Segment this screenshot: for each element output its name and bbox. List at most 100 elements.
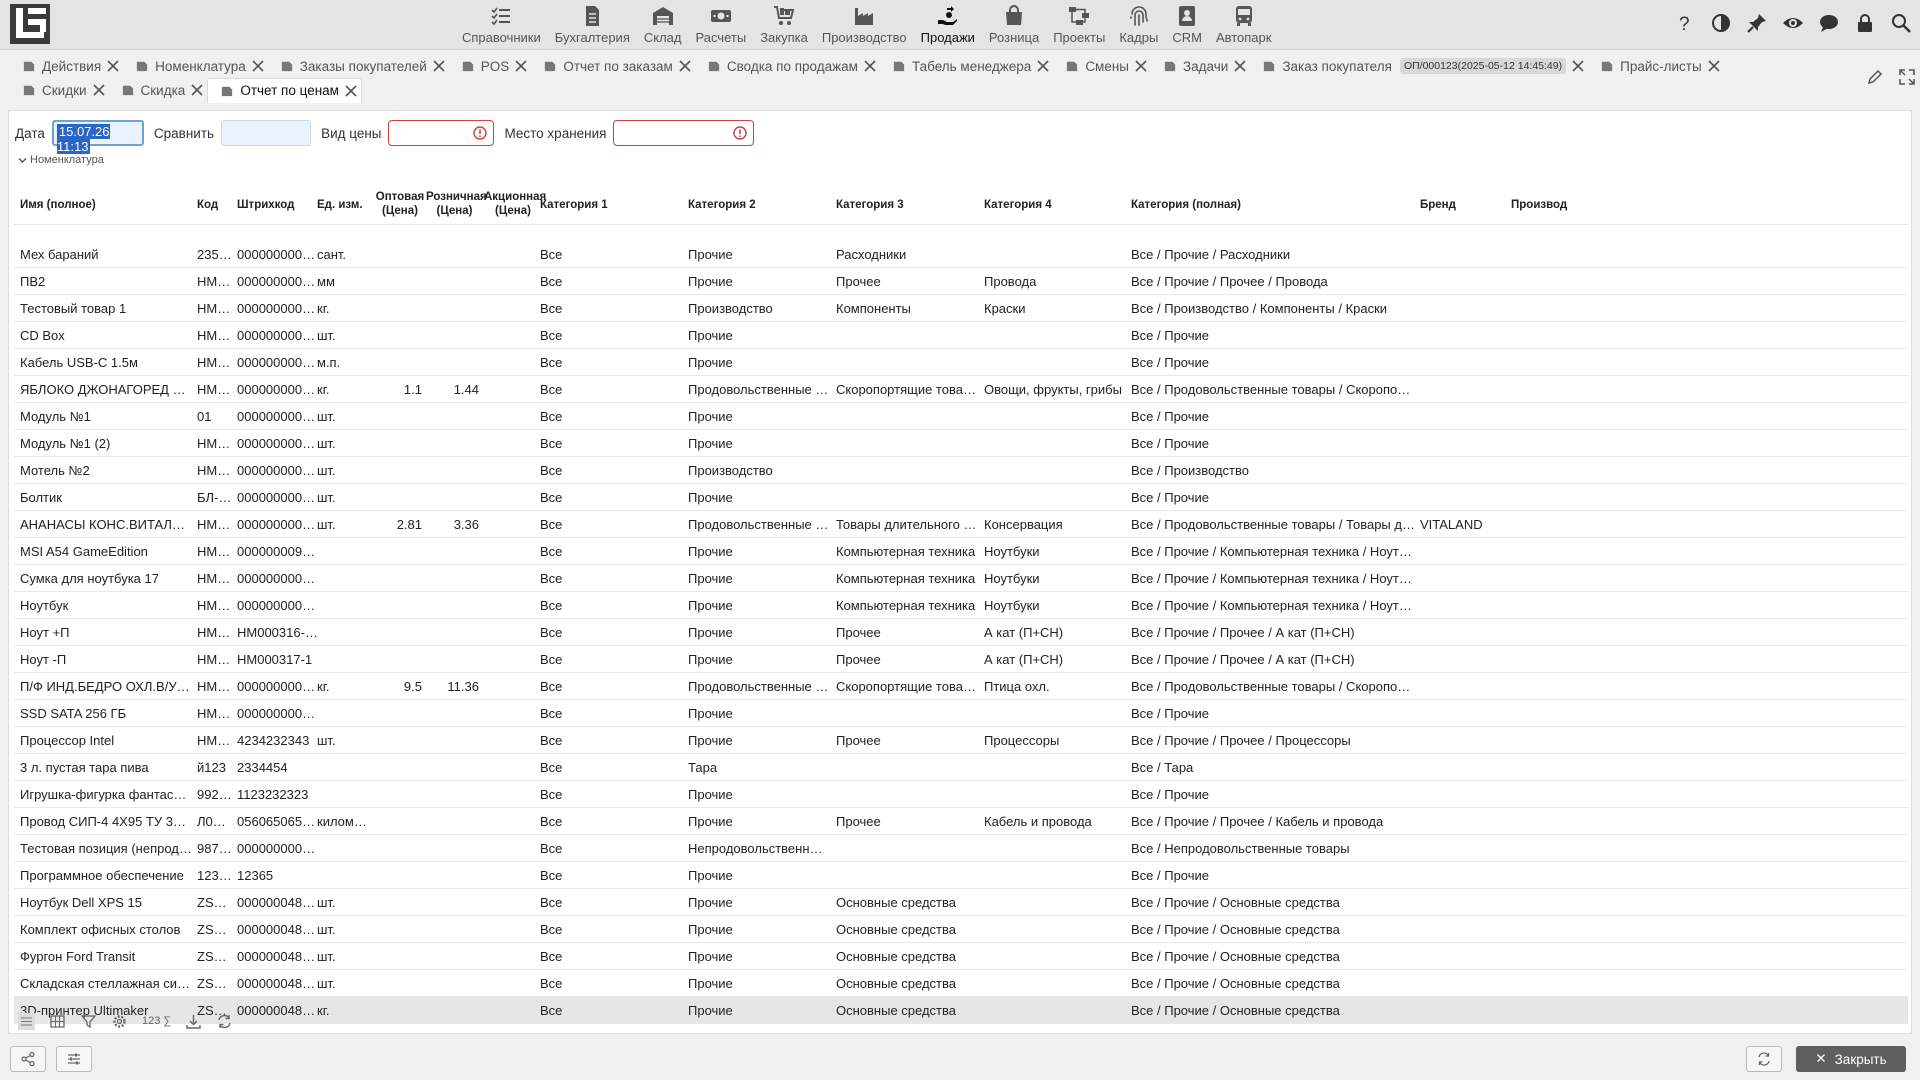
table-row[interactable]: Тестовая позиция (непродтовар... 98756 000… bbox=[14, 835, 1908, 862]
chat-icon[interactable] bbox=[1818, 12, 1840, 34]
expand-icon[interactable] bbox=[1898, 68, 1916, 86]
column-header-9[interactable]: Категория 3 bbox=[836, 198, 978, 212]
table-row[interactable]: Программное обеспечение 1233... 12365 Все Пр… bbox=[14, 862, 1908, 889]
tab-tabs_row1-0[interactable]: Действия bbox=[10, 54, 123, 78]
nav-item-0[interactable]: Справочники bbox=[455, 0, 548, 50]
table-row[interactable]: SSD SATA 256 ГБ НМ0... 0000000000214 Все Про… bbox=[14, 700, 1908, 727]
column-header-12[interactable]: Бренд bbox=[1420, 198, 1500, 212]
table-row[interactable]: Модуль №1 (2) НМ0... 0000000000202шт. Все Пр… bbox=[14, 430, 1908, 457]
table-row[interactable]: MSI A54 GameEdition НМ0... 0000000090206 Вс… bbox=[14, 538, 1908, 565]
nav-item-9[interactable]: Кадры bbox=[1112, 0, 1165, 50]
column-header-13[interactable]: Производи bbox=[1511, 198, 1567, 212]
nav-item-8[interactable]: Проекты bbox=[1046, 0, 1112, 50]
table-row[interactable]: Ноутбук Dell XPS 15 ZSA... 0000000484873шт… bbox=[14, 889, 1908, 916]
tab-tabs_row1-3[interactable]: POS bbox=[449, 54, 532, 78]
price-type-field[interactable] bbox=[388, 120, 495, 146]
table-row[interactable]: Мех бараний 2352... 0000000000195сант. Все П… bbox=[14, 241, 1908, 268]
theme-contrast-icon[interactable] bbox=[1710, 12, 1732, 34]
column-header-10[interactable]: Категория 4 bbox=[984, 198, 1126, 212]
list-view-icon[interactable] bbox=[18, 1012, 35, 1030]
close-tab-icon[interactable] bbox=[515, 60, 527, 72]
table-row[interactable]: CD Box НМ0... 0000000000198шт. Все Прочие Все… bbox=[14, 322, 1908, 349]
close-tab-icon[interactable] bbox=[433, 60, 445, 72]
table-row[interactable]: Ноутбук НМ0... 00000000002... Все Прочие Комп… bbox=[14, 592, 1908, 619]
tab-tabs_row2-0[interactable]: Скидки bbox=[10, 78, 109, 102]
date-field[interactable]: 15.07.26 11:13 bbox=[51, 120, 144, 154]
tab-tabs_row1-6[interactable]: Табель менеджера bbox=[880, 54, 1053, 78]
table-row[interactable]: Болтик БЛ-01 0000000000204шт. Все Прочие Все … bbox=[14, 484, 1908, 511]
table-row[interactable]: Фургон Ford Transit ZSA... 0000000484880шт… bbox=[14, 943, 1908, 970]
column-header-8[interactable]: Категория 2 bbox=[688, 198, 830, 212]
column-header-1[interactable]: Код bbox=[197, 198, 232, 212]
table-row[interactable]: Мотель №2 НМ0... 0000000000203шт. Все Произв… bbox=[14, 457, 1908, 484]
sum-toggle[interactable]: 123 ∑ bbox=[142, 1015, 171, 1027]
tab-tabs_row1-2[interactable]: Заказы покупателей bbox=[268, 54, 449, 78]
table-row[interactable]: Комплект офисных столов ZSA... 00000004848… bbox=[14, 916, 1908, 943]
close-tab-icon[interactable] bbox=[1572, 60, 1584, 72]
table-row[interactable]: Игрушка-фигурка фантастическо... 9927... 1… bbox=[14, 781, 1908, 808]
column-header-7[interactable]: Категория 1 bbox=[540, 198, 680, 212]
nav-item-6[interactable]: Продажи bbox=[914, 0, 982, 50]
table-row[interactable]: Модуль №1 01 0000000000201шт. Все Прочие Все … bbox=[14, 403, 1908, 430]
nav-item-1[interactable]: Бухгалтерия bbox=[548, 0, 637, 50]
close-tab-icon[interactable] bbox=[191, 84, 203, 96]
edit-pencil-icon[interactable] bbox=[1866, 68, 1884, 86]
reload-button[interactable] bbox=[1746, 1046, 1782, 1072]
close-button[interactable]: ✕ Закрыть bbox=[1796, 1046, 1906, 1072]
table-row[interactable]: Процессор Intel НМ0... 4234232343 шт. Все Про… bbox=[14, 727, 1908, 754]
nav-item-5[interactable]: Производство bbox=[815, 0, 914, 50]
pin-icon[interactable] bbox=[1746, 12, 1768, 34]
table-row[interactable]: Кабель USB-C 1.5м НМ0... 0000000000199м.п.… bbox=[14, 349, 1908, 376]
table-row[interactable]: Складская стеллажная система ZSA... 000000… bbox=[14, 970, 1908, 997]
close-tab-icon[interactable] bbox=[1708, 60, 1720, 72]
close-tab-icon[interactable] bbox=[679, 60, 691, 72]
table-row[interactable]: 3D-принтер UltimakerZSA...0000000484878к… bbox=[14, 997, 1908, 1024]
close-tab-icon[interactable] bbox=[92, 84, 105, 96]
sliders-button[interactable] bbox=[56, 1046, 92, 1072]
table-row[interactable]: Провод СИП-4 4Х95 ТУ 3500-005... Л003... 0… bbox=[14, 808, 1908, 835]
filter-icon[interactable] bbox=[80, 1013, 97, 1030]
nav-item-11[interactable]: Автопарк bbox=[1209, 0, 1279, 50]
nav-item-4[interactable]: Закупка bbox=[753, 0, 815, 50]
table-row[interactable]: Ноут +П НМ0... НМ000316-001 Все Прочие Прочее… bbox=[14, 619, 1908, 646]
storage-field[interactable] bbox=[613, 120, 755, 146]
nav-item-10[interactable]: CRM bbox=[1165, 0, 1209, 50]
table-row[interactable]: П/Ф ИНД.БЕДРО ОХЛ.В/У 1КГ НМ0... 000000000… bbox=[14, 673, 1908, 700]
table-row[interactable]: Сумка для ноутбука 17 НМ0... 0000000000207… bbox=[14, 565, 1908, 592]
nav-item-7[interactable]: Розница bbox=[982, 0, 1046, 50]
tab-tabs_row1-4[interactable]: Отчет по заказам bbox=[531, 54, 695, 78]
table-row[interactable]: ПВ2 НМ0... 0000000000196мм Все Прочие Прочее П… bbox=[14, 268, 1908, 295]
table-row[interactable]: АНАНАСЫ КОНС.ВИТАЛЕНД КУС... НМ0... 000000… bbox=[14, 511, 1908, 538]
close-tab-icon[interactable] bbox=[1234, 60, 1246, 72]
table-row[interactable]: Тестовый товар 1 НМ0... 0000000000197кг. Вс… bbox=[14, 295, 1908, 322]
help-icon[interactable]: ? bbox=[1674, 12, 1696, 34]
tab-tabs_row2-2[interactable]: Отчет по ценам bbox=[207, 77, 362, 103]
table-row[interactable]: Ноут -П НМ0... НМ000317-1 Все Прочие Прочее А … bbox=[14, 646, 1908, 673]
group-toggle-nomenclature[interactable]: Номенклатура bbox=[18, 154, 104, 166]
close-tab-icon[interactable] bbox=[345, 84, 357, 97]
column-header-11[interactable]: Категория (полная) bbox=[1131, 198, 1416, 212]
refresh-cycle-icon[interactable] bbox=[216, 1013, 233, 1030]
column-header-0[interactable]: Имя (полное) bbox=[20, 198, 192, 212]
close-tab-icon[interactable] bbox=[1037, 60, 1049, 72]
download-icon[interactable] bbox=[185, 1013, 202, 1030]
tab-tabs_row1-9[interactable]: Заказ покупателя ОП/000123(2025-05-12 14:… bbox=[1250, 54, 1588, 78]
nav-item-3[interactable]: Расчеты bbox=[688, 0, 753, 50]
column-header-5[interactable]: Розничная (Цена) bbox=[426, 190, 487, 218]
nav-item-2[interactable]: Склад bbox=[637, 0, 689, 50]
tab-tabs_row1-1[interactable]: Номенклатура bbox=[123, 54, 268, 78]
close-tab-icon[interactable] bbox=[107, 60, 119, 72]
eye-icon[interactable] bbox=[1782, 12, 1804, 34]
lock-icon[interactable] bbox=[1854, 12, 1876, 34]
column-header-4[interactable]: Оптовая (Цена) bbox=[374, 190, 426, 218]
search-icon[interactable] bbox=[1890, 12, 1912, 34]
column-header-6[interactable]: Акционная (Цена) bbox=[484, 190, 546, 218]
column-header-2[interactable]: Штрихкод bbox=[237, 198, 319, 212]
column-header-3[interactable]: Ед. изм. bbox=[317, 198, 367, 212]
compare-field[interactable] bbox=[221, 120, 312, 146]
share-button[interactable] bbox=[10, 1046, 46, 1072]
tab-tabs_row2-1[interactable]: Скидка bbox=[109, 78, 208, 102]
close-tab-icon[interactable] bbox=[864, 60, 876, 72]
grid-view-icon[interactable] bbox=[49, 1013, 66, 1030]
close-tab-icon[interactable] bbox=[1135, 60, 1147, 72]
